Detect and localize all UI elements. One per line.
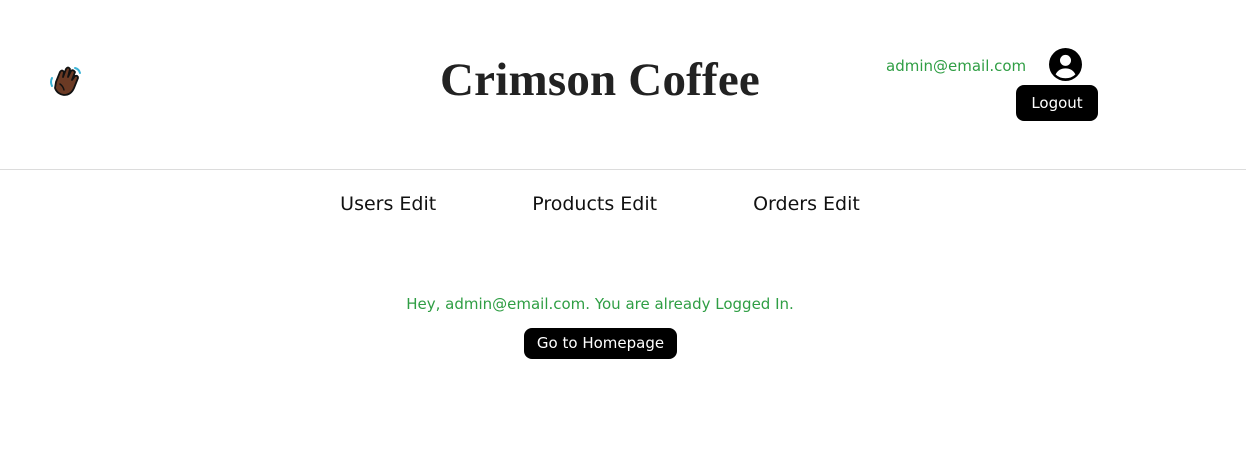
- logged-in-notice: Hey, admin@email.com. You are already Lo…: [406, 295, 794, 313]
- nav-item-products-edit[interactable]: Products Edit: [532, 190, 657, 218]
- go-to-homepage-button[interactable]: Go to Homepage: [524, 328, 677, 359]
- nav-item-orders-edit[interactable]: Orders Edit: [753, 190, 860, 218]
- page: Crimson Coffee admin@email.com Logout Us…: [0, 0, 1246, 476]
- account-circle-icon[interactable]: [1049, 48, 1082, 81]
- nav-item-users-edit[interactable]: Users Edit: [340, 190, 436, 218]
- admin-nav: Users Edit Products Edit Orders Edit: [0, 190, 1200, 218]
- logout-button[interactable]: Logout: [1016, 85, 1098, 121]
- site-header: Crimson Coffee admin@email.com Logout: [0, 0, 1246, 170]
- user-email: admin@email.com: [886, 57, 1027, 75]
